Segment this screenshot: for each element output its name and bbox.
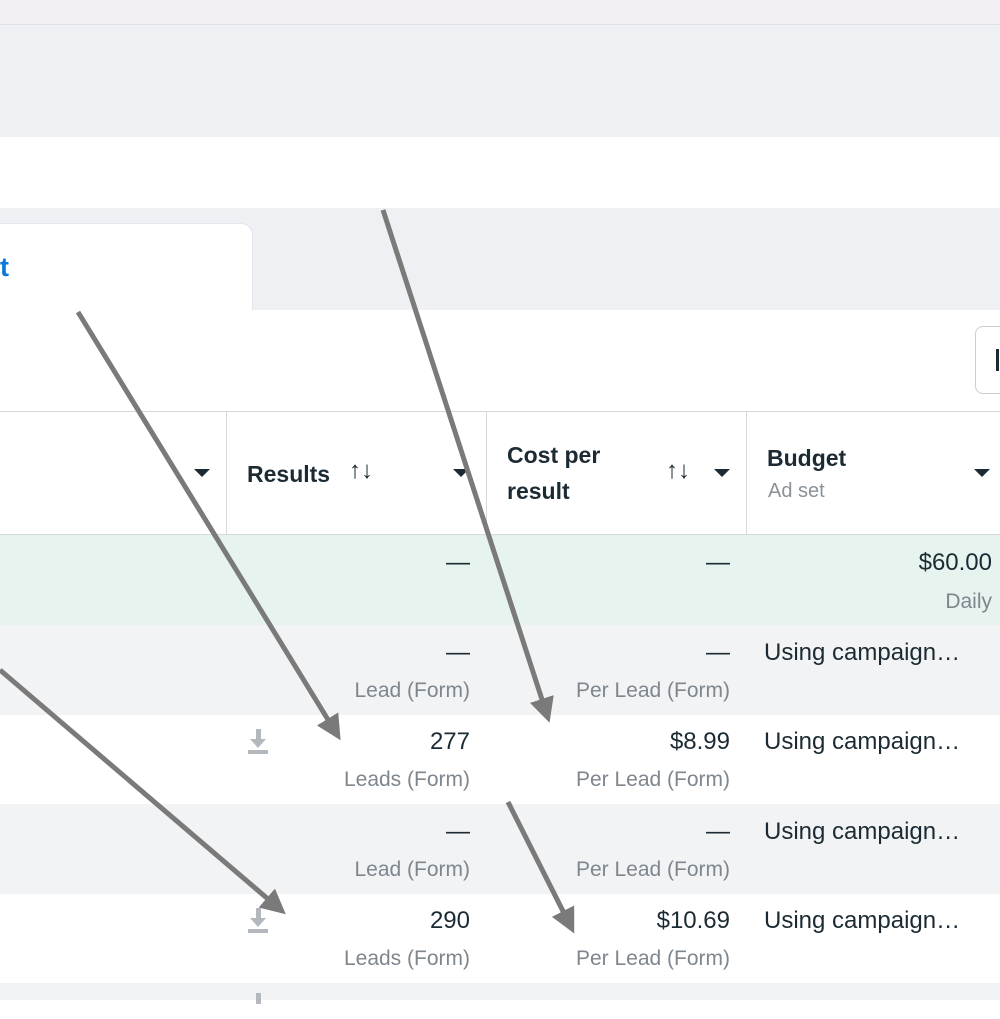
cost-value: — <box>706 818 730 845</box>
cost-type: Per Lead (Form) <box>575 679 730 702</box>
tab-ad-sets[interactable] <box>0 223 253 310</box>
budget-value: Using campaign… <box>764 728 961 755</box>
download-icon[interactable] <box>247 729 269 755</box>
table-toolbar <box>0 310 1000 411</box>
results-column-header[interactable]: Results <box>247 456 330 492</box>
results-type: Leads (Form) <box>343 947 470 970</box>
cost-value: $8.99 <box>669 728 730 755</box>
results-type: Leads (Form) <box>343 768 470 791</box>
budget-period: Daily <box>945 590 992 613</box>
sort-up-down-icon[interactable]: ↑↓ <box>666 457 690 485</box>
results-value: 277 <box>429 728 470 755</box>
results-type: Lead (Form) <box>354 679 470 702</box>
cost-value: $10.69 <box>656 907 730 934</box>
budget-column-sublabel: Ad set <box>768 480 825 502</box>
download-icon[interactable] <box>247 993 269 1019</box>
cost-type: Per Lead (Form) <box>575 947 730 970</box>
top-strip <box>0 0 1000 25</box>
column-divider[interactable] <box>226 412 227 534</box>
budget-value: Using campaign… <box>764 818 961 845</box>
budget-column-header[interactable]: Budget <box>767 440 846 476</box>
column-divider[interactable] <box>746 412 747 534</box>
budget-value: $60.00 <box>918 549 992 576</box>
columns-icon <box>996 349 999 371</box>
filter-bar <box>0 137 1000 208</box>
sort-up-down-icon[interactable]: ↑↓ <box>349 457 373 485</box>
column-menu-caret-icon[interactable] <box>714 469 730 477</box>
cost-value: — <box>706 639 730 666</box>
column-menu-caret-icon[interactable] <box>974 469 990 477</box>
cost-per-result-header-line2[interactable]: result <box>507 473 570 509</box>
cost-value: — <box>706 549 730 576</box>
column-divider[interactable] <box>486 412 487 534</box>
table-header <box>0 411 1000 535</box>
results-value: — <box>446 549 470 576</box>
results-value: — <box>446 639 470 666</box>
tab-label[interactable]: t <box>0 249 9 285</box>
results-value: 290 <box>429 907 470 934</box>
cost-type: Per Lead (Form) <box>575 858 730 881</box>
table-row[interactable] <box>0 983 1000 1000</box>
budget-value: Using campaign… <box>764 907 961 934</box>
column-menu-caret-icon[interactable] <box>194 469 210 477</box>
page-header-band <box>0 25 1000 137</box>
download-icon[interactable] <box>247 908 269 934</box>
cost-type: Per Lead (Form) <box>575 768 730 791</box>
budget-value: Using campaign… <box>764 639 961 666</box>
cost-per-result-header-line1[interactable]: Cost per <box>507 437 600 473</box>
results-value: — <box>446 818 470 845</box>
toolbar-button[interactable] <box>975 326 1000 394</box>
results-type: Lead (Form) <box>354 858 470 881</box>
column-menu-caret-icon[interactable] <box>453 469 469 477</box>
